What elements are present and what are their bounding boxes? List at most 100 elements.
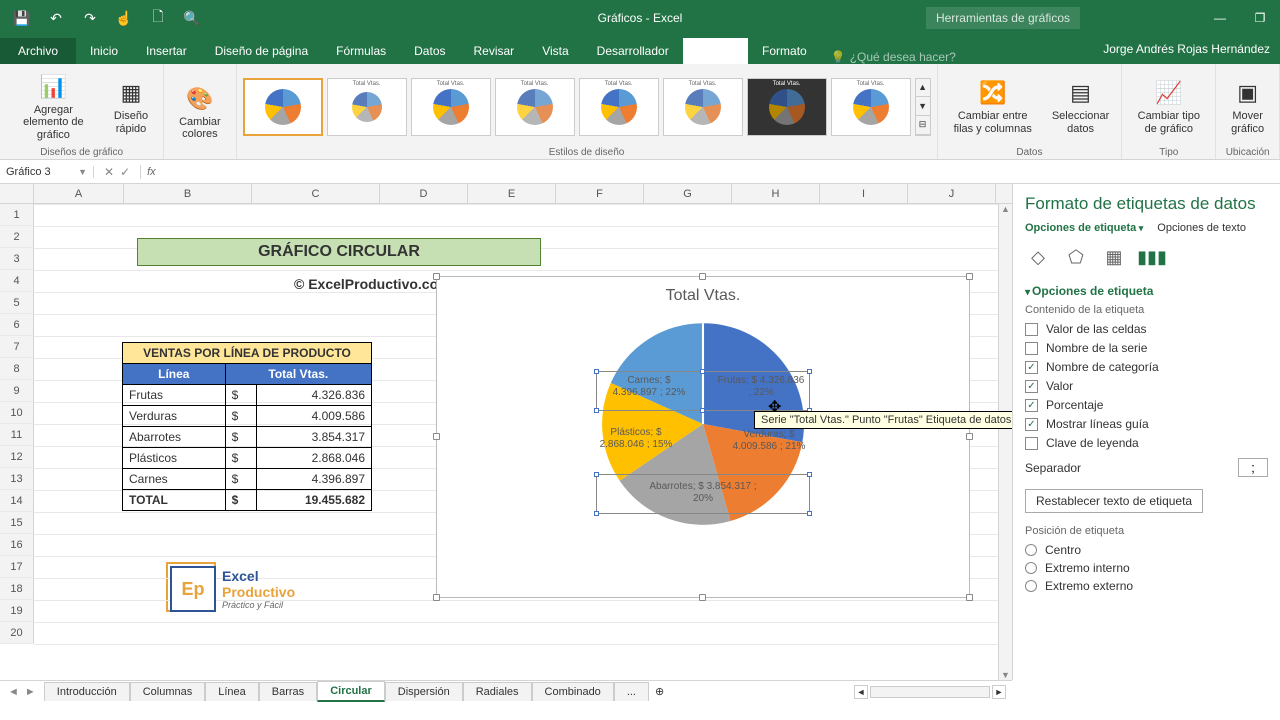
chart-style-2[interactable]: Total Vtas. bbox=[327, 78, 407, 136]
change-chart-type-button[interactable]: 📈 Cambiar tipo de gráfico bbox=[1128, 76, 1209, 136]
gallery-more-icon[interactable]: ⊟ bbox=[916, 116, 930, 135]
sheet-tab[interactable]: Línea bbox=[205, 682, 259, 701]
resize-handle[interactable] bbox=[699, 273, 706, 280]
touch-mode-icon[interactable]: ☝ bbox=[112, 6, 136, 30]
name-box[interactable]: Gráfico 3▼ bbox=[0, 166, 94, 178]
checkbox-series[interactable] bbox=[1025, 342, 1038, 355]
tab-revisar[interactable]: Revisar bbox=[460, 38, 529, 64]
gallery-up-icon[interactable]: ▲ bbox=[916, 79, 930, 98]
size-props-icon[interactable]: ▦ bbox=[1101, 244, 1127, 270]
scroll-left-icon[interactable]: ◄ bbox=[854, 685, 868, 699]
row-header[interactable]: 10 bbox=[0, 402, 34, 424]
row-header[interactable]: 3 bbox=[0, 248, 34, 270]
row-header[interactable]: 4 bbox=[0, 270, 34, 292]
effects-icon[interactable]: ⬠ bbox=[1063, 244, 1089, 270]
sheet-nav-prev-icon[interactable]: ◄ bbox=[8, 686, 19, 698]
new-sheet-icon[interactable]: ⊕ bbox=[649, 685, 670, 698]
row-header[interactable]: 13 bbox=[0, 468, 34, 490]
row-header[interactable]: 11 bbox=[0, 424, 34, 446]
chart-style-1[interactable] bbox=[243, 78, 323, 136]
col-header[interactable]: E bbox=[468, 184, 556, 203]
sheet-nav-next-icon[interactable]: ► bbox=[25, 686, 36, 698]
section-label-options[interactable]: Opciones de etiqueta bbox=[1025, 284, 1268, 298]
pane-tab-label-options[interactable]: Opciones de etiqueta bbox=[1025, 222, 1143, 234]
restore-icon[interactable]: ❐ bbox=[1240, 0, 1280, 36]
row-header[interactable]: 12 bbox=[0, 446, 34, 468]
resize-handle[interactable] bbox=[433, 273, 440, 280]
pane-tab-text-options[interactable]: Opciones de texto bbox=[1157, 222, 1246, 234]
col-header[interactable]: B bbox=[124, 184, 252, 203]
row-header[interactable]: 19 bbox=[0, 600, 34, 622]
gallery-down-icon[interactable]: ▼ bbox=[916, 97, 930, 116]
tab-datos[interactable]: Datos bbox=[400, 38, 459, 64]
row-header[interactable]: 1 bbox=[0, 204, 34, 226]
radio-outside-end[interactable] bbox=[1025, 580, 1037, 592]
radio-center[interactable] bbox=[1025, 544, 1037, 556]
row-header[interactable]: 2 bbox=[0, 226, 34, 248]
col-header[interactable]: H bbox=[732, 184, 820, 203]
checkbox-category[interactable]: ✓ bbox=[1025, 361, 1038, 374]
row-header[interactable]: 18 bbox=[0, 578, 34, 600]
separator-input[interactable] bbox=[1238, 458, 1268, 477]
checkbox-value[interactable]: ✓ bbox=[1025, 380, 1038, 393]
switch-row-column-button[interactable]: 🔀 Cambiar entre filas y columnas bbox=[944, 76, 1042, 136]
tab-desarrollador[interactable]: Desarrollador bbox=[583, 38, 683, 64]
tab-archivo[interactable]: Archivo bbox=[0, 38, 76, 64]
checkbox-percent[interactable]: ✓ bbox=[1025, 399, 1038, 412]
select-data-button[interactable]: ▤ Seleccionar datos bbox=[1046, 76, 1115, 136]
label-options-icon[interactable]: ▮▮▮ bbox=[1139, 244, 1165, 270]
chart-style-4[interactable]: Total Vtas. bbox=[495, 78, 575, 136]
col-header[interactable]: I bbox=[820, 184, 908, 203]
sheet-tab-active[interactable]: Circular bbox=[317, 681, 385, 702]
radio-inside-end[interactable] bbox=[1025, 562, 1037, 574]
scroll-up-icon[interactable]: ▲ bbox=[1001, 204, 1010, 214]
tab-inicio[interactable]: Inicio bbox=[76, 38, 132, 64]
chart-style-5[interactable]: Total Vtas. bbox=[579, 78, 659, 136]
chart-style-3[interactable]: Total Vtas. bbox=[411, 78, 491, 136]
chart-title[interactable]: Total Vtas. bbox=[437, 277, 969, 305]
row-header[interactable]: 15 bbox=[0, 512, 34, 534]
accept-formula-icon[interactable]: ✓ bbox=[120, 165, 130, 179]
resize-handle[interactable] bbox=[966, 594, 973, 601]
horizontal-scrollbar[interactable]: ◄ ► bbox=[854, 685, 1012, 699]
row-header[interactable]: 9 bbox=[0, 380, 34, 402]
tab-insertar[interactable]: Insertar bbox=[132, 38, 201, 64]
reset-label-text-button[interactable]: Restablecer texto de etiqueta bbox=[1025, 489, 1203, 513]
resize-handle[interactable] bbox=[699, 594, 706, 601]
sheet-tab[interactable]: Dispersión bbox=[385, 682, 463, 701]
quick-layout-button[interactable]: ▦ Diseño rápido bbox=[105, 76, 157, 136]
row-header[interactable]: 7 bbox=[0, 336, 34, 358]
checkbox-leader[interactable]: ✓ bbox=[1025, 418, 1038, 431]
fill-line-icon[interactable]: ◇ bbox=[1025, 244, 1051, 270]
vertical-scrollbar[interactable]: ▲▼ bbox=[998, 204, 1012, 680]
undo-icon[interactable]: ↶ bbox=[44, 6, 68, 30]
tab-vista[interactable]: Vista bbox=[528, 38, 582, 64]
add-chart-element-button[interactable]: 📊 Agregar elemento de gráfico bbox=[6, 70, 101, 142]
col-header[interactable]: F bbox=[556, 184, 644, 203]
fx-icon[interactable]: fx bbox=[141, 166, 162, 178]
tab-diseno[interactable]: Diseño bbox=[683, 38, 748, 64]
chart-style-6[interactable]: Total Vtas. bbox=[663, 78, 743, 136]
redo-icon[interactable]: ↷ bbox=[78, 6, 102, 30]
sheet-tab[interactable]: Radiales bbox=[463, 682, 532, 701]
tell-me-search[interactable]: 💡 ¿Qué desea hacer? bbox=[821, 50, 966, 64]
sheet-tab[interactable]: Combinado bbox=[532, 682, 614, 701]
sheet-tab-more[interactable]: ... bbox=[614, 682, 649, 701]
tab-formulas[interactable]: Fórmulas bbox=[322, 38, 400, 64]
move-chart-button[interactable]: ▣ Mover gráfico bbox=[1222, 76, 1273, 136]
row-header[interactable]: 8 bbox=[0, 358, 34, 380]
checkbox-legend-key[interactable] bbox=[1025, 437, 1038, 450]
print-preview-icon[interactable]: 🔍 bbox=[180, 6, 204, 30]
resize-handle[interactable] bbox=[433, 594, 440, 601]
minimize-icon[interactable]: — bbox=[1200, 0, 1240, 36]
scroll-right-icon[interactable]: ► bbox=[992, 685, 1006, 699]
chart-style-7[interactable]: Total Vtas. bbox=[747, 78, 827, 136]
cancel-formula-icon[interactable]: ✕ bbox=[104, 165, 114, 179]
checkbox-cells[interactable] bbox=[1025, 323, 1038, 336]
save-icon[interactable]: 💾 bbox=[10, 6, 34, 30]
new-icon[interactable]: 🗋 bbox=[146, 6, 170, 30]
col-header[interactable]: G bbox=[644, 184, 732, 203]
pie-chart-object[interactable]: Total Vtas. bbox=[436, 276, 970, 598]
row-header[interactable]: 16 bbox=[0, 534, 34, 556]
sheet-tab[interactable]: Barras bbox=[259, 682, 317, 701]
